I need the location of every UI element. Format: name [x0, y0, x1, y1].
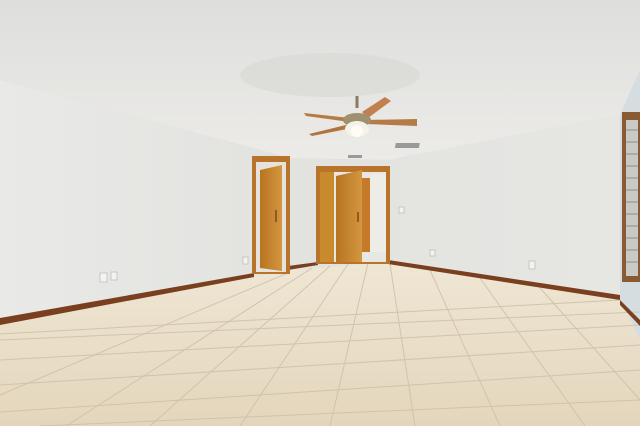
back-wall-outlet — [429, 249, 436, 257]
center-doorway — [316, 166, 390, 264]
room-photo — [0, 0, 640, 426]
door-switch — [242, 256, 249, 265]
left-doorway — [252, 156, 290, 274]
window-blinds — [622, 112, 640, 282]
small-ceiling-vent — [348, 155, 362, 158]
right-wall-outlet — [528, 260, 536, 270]
thermostat — [398, 206, 405, 214]
left-wall-outlet — [99, 272, 108, 283]
room-illustration — [0, 0, 640, 426]
left-wall-switch — [110, 271, 118, 281]
ceiling-vent — [394, 143, 420, 148]
fan-shadow — [240, 53, 420, 97]
